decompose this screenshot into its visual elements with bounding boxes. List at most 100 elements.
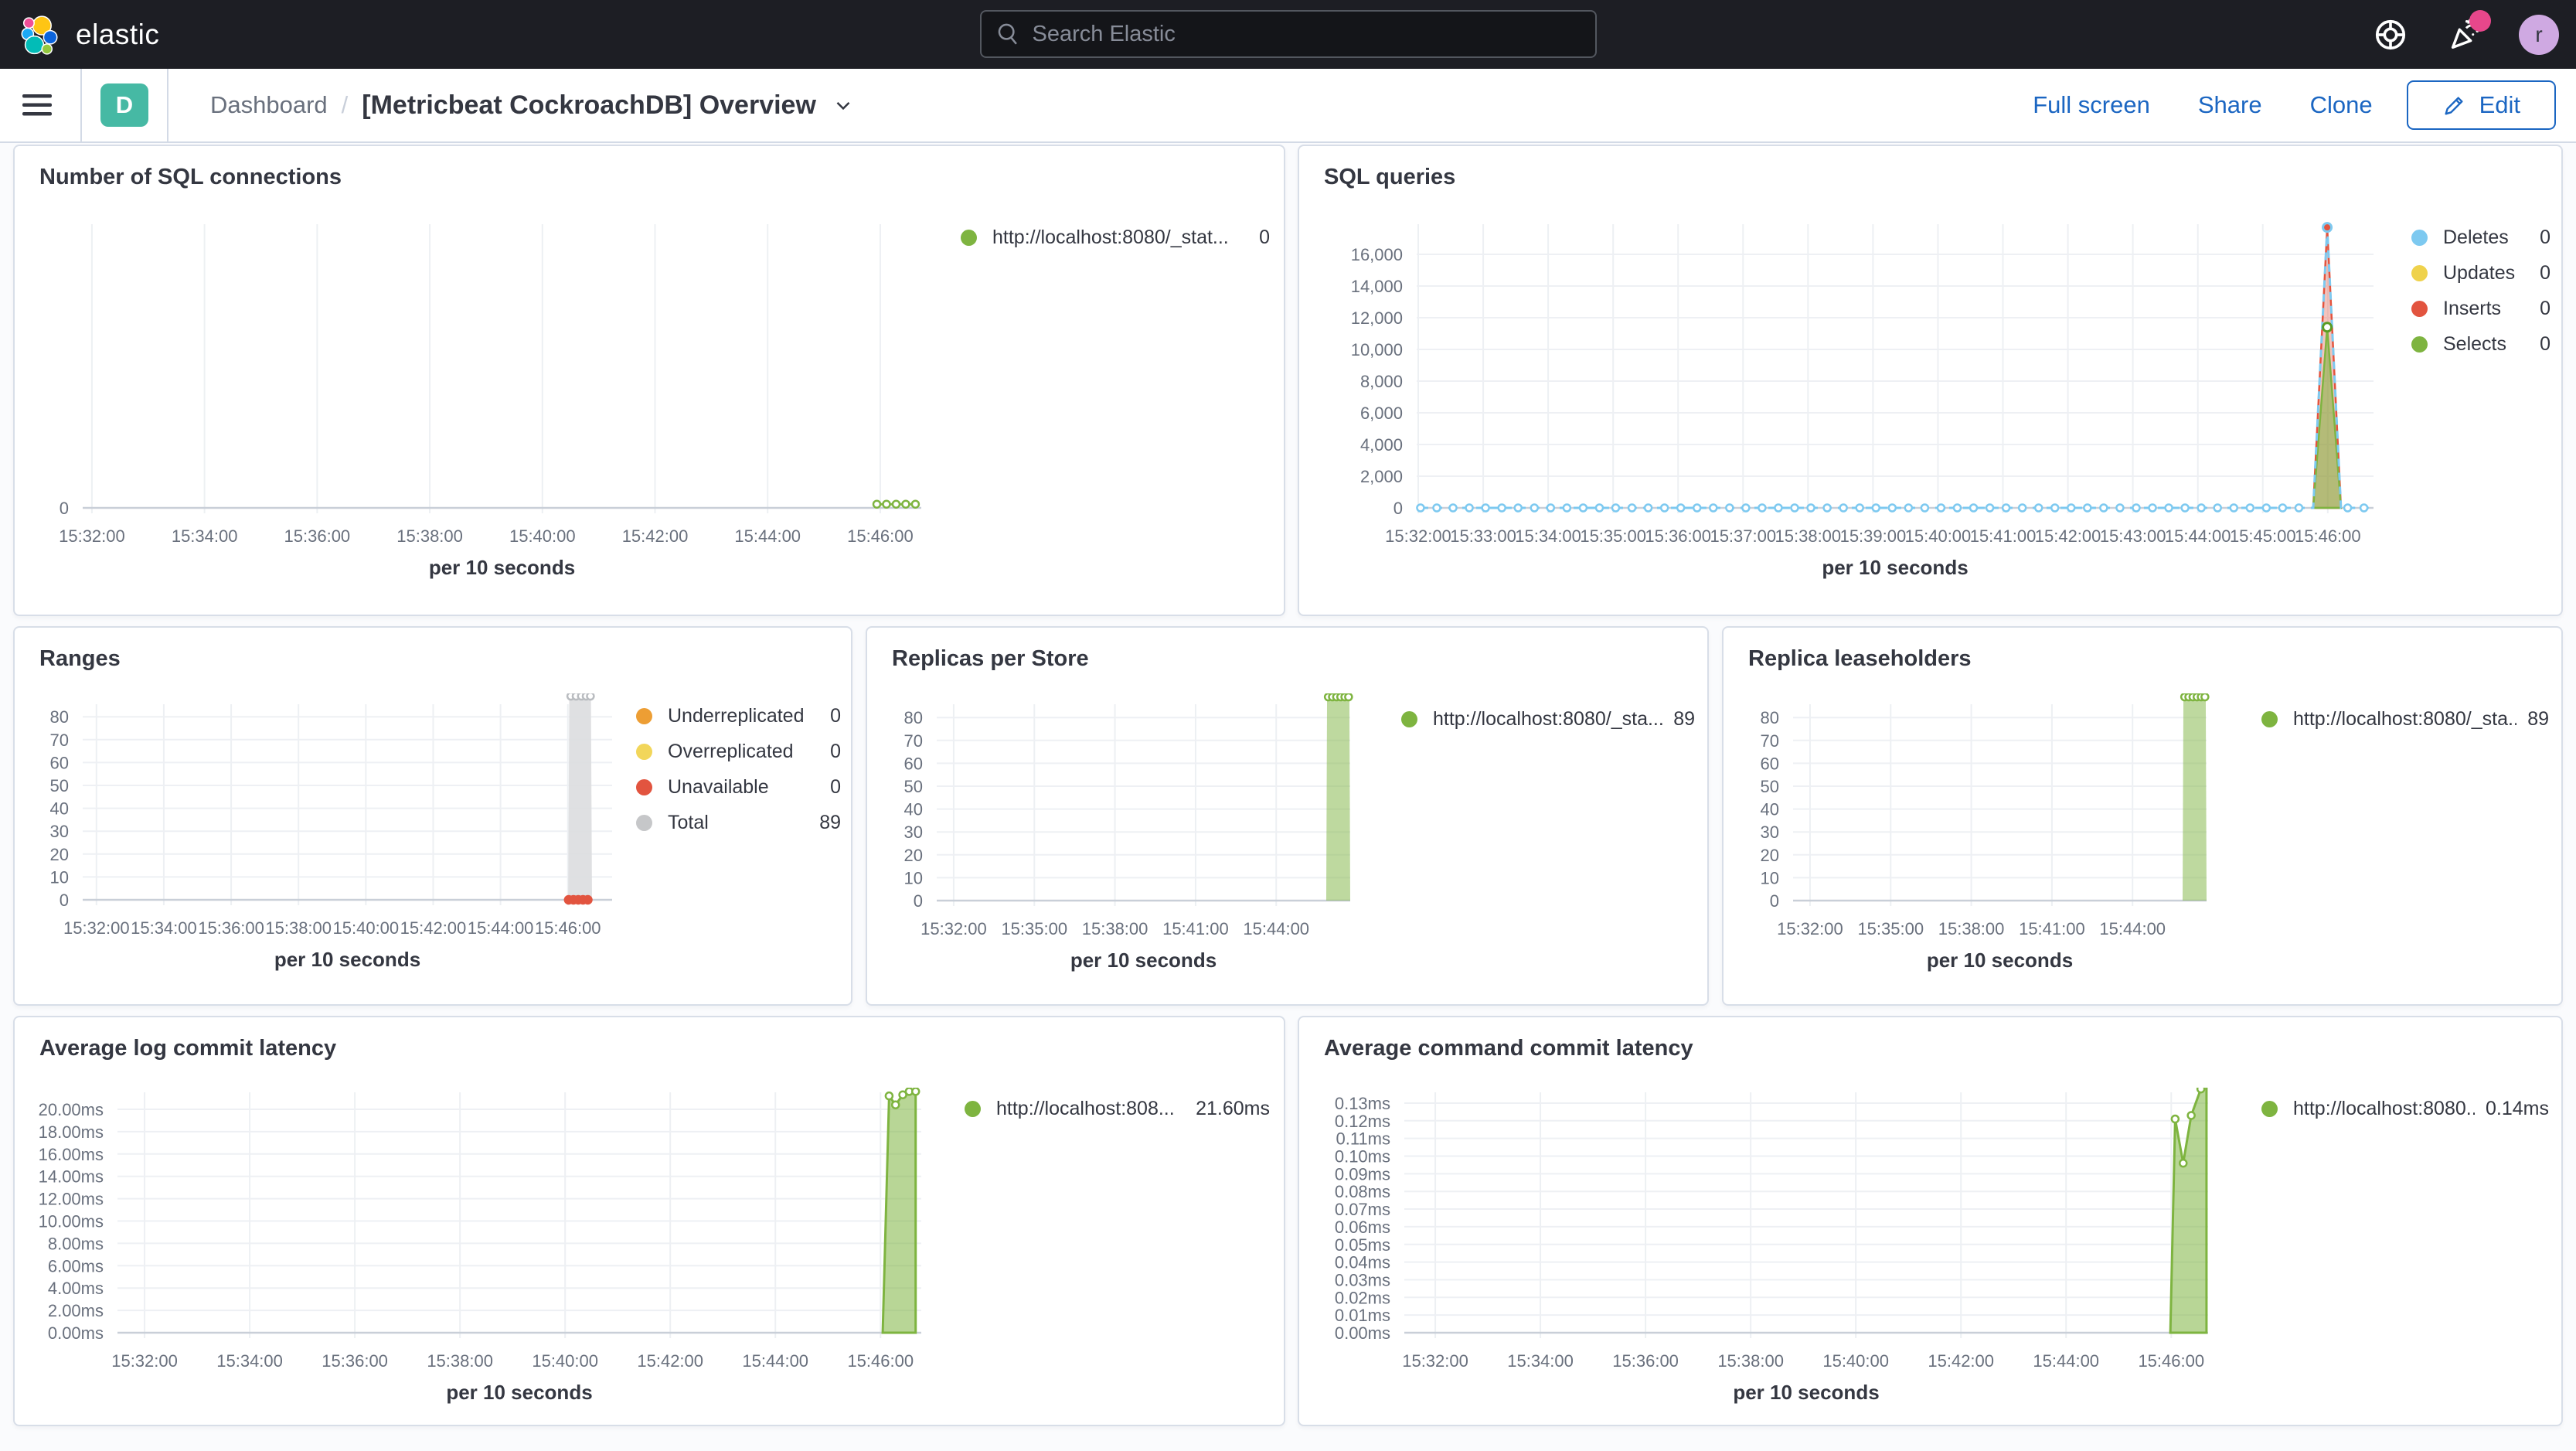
svg-text:15:39:00: 15:39:00 xyxy=(1840,526,1907,546)
svg-text:per 10 seconds: per 10 seconds xyxy=(1927,949,2073,972)
help-button[interactable] xyxy=(2370,15,2411,55)
svg-text:15:36:00: 15:36:00 xyxy=(322,1351,388,1371)
chevron-down-icon[interactable] xyxy=(832,94,855,117)
svg-text:6.00ms: 6.00ms xyxy=(48,1256,104,1276)
legend-dot xyxy=(636,744,652,760)
legend-item[interactable]: Overreplicated 0 xyxy=(636,741,841,763)
svg-text:0.05ms: 0.05ms xyxy=(1335,1235,1390,1255)
svg-text:15:40:00: 15:40:00 xyxy=(1905,526,1972,546)
chart-avg-command-commit-latency[interactable]: 15:32:00 15:34:00 15:36:00 15:38:00 15:40:00… xyxy=(1315,1083,2420,1412)
legend-dot xyxy=(2411,301,2428,317)
svg-text:20: 20 xyxy=(904,846,923,865)
breadcrumb-dashboard-link[interactable]: Dashboard xyxy=(210,91,328,119)
svg-text:15:32:00: 15:32:00 xyxy=(1402,1351,1468,1371)
chart-replica-leaseholders[interactable]: 15:32:00 15:35:00 15:38:00 15:41:00 15:44:00… xyxy=(1731,692,2241,983)
chart-ranges[interactable]: 15:32:00 15:34:00 15:36:00 15:38:00 15:40:00… xyxy=(15,691,656,983)
legend-value: 0.14ms xyxy=(2486,1098,2549,1119)
panel-title[interactable]: Replica leaseholders xyxy=(1748,646,1972,672)
nav-menu-button[interactable] xyxy=(12,80,62,130)
legend-item[interactable]: http://localhost:8080/_sta... 89 xyxy=(2261,708,2549,731)
panel-replicas-per-store: Replicas per Store 15:32:00 15:35:00 15:38… xyxy=(866,626,1709,1006)
pencil-icon xyxy=(2445,97,2463,115)
edit-button[interactable]: Edit xyxy=(2406,80,2556,130)
svg-text:10: 10 xyxy=(1761,868,1779,887)
legend-dot xyxy=(2261,1101,2278,1117)
legend-item[interactable]: Deletes 0 xyxy=(2411,227,2550,249)
chart-sql-queries[interactable]: 15:32:00 15:33:00 15:34:00 15:35:00 15:36:00… xyxy=(1315,212,2420,587)
legend-item[interactable]: http://localhost:8080/_stat... 0 xyxy=(961,227,1270,249)
svg-text:8,000: 8,000 xyxy=(1360,372,1403,391)
legend-label: Selects xyxy=(2443,333,2506,355)
legend-item[interactable]: http://localhost:808... 21.60ms xyxy=(965,1098,1270,1120)
whats-new-button[interactable] xyxy=(2445,9,2491,55)
kibana-dashboard: elastic Search Elastic r D Dashboard / [… xyxy=(0,0,2576,1451)
svg-text:15:34:00: 15:34:00 xyxy=(1507,1351,1574,1371)
svg-text:15:44:00: 15:44:00 xyxy=(2099,919,2166,938)
legend-item[interactable]: Updates 0 xyxy=(2411,262,2550,284)
clone-button[interactable]: Clone xyxy=(2310,91,2373,119)
svg-text:15:40:00: 15:40:00 xyxy=(509,526,576,546)
chart-avg-log-commit-latency[interactable]: 15:32:00 15:34:00 15:36:00 15:38:00 15:40:00… xyxy=(15,1087,981,1412)
svg-text:70: 70 xyxy=(904,731,923,751)
svg-text:0.12ms: 0.12ms xyxy=(1335,1112,1390,1131)
panel-title[interactable]: Average command commit latency xyxy=(1324,1036,1693,1061)
legend-dot xyxy=(2261,711,2278,727)
brand-wordmark: elastic xyxy=(76,18,160,50)
panel-title[interactable]: SQL queries xyxy=(1324,165,1455,190)
page-title[interactable]: [Metricbeat CockroachDB] Overview xyxy=(362,90,816,121)
elastic-brand[interactable]: elastic xyxy=(20,15,159,55)
header-right-icons: r xyxy=(2370,0,2559,69)
avatar-initial: r xyxy=(2535,22,2543,46)
svg-text:15:34:00: 15:34:00 xyxy=(1515,526,1581,546)
legend-item[interactable]: Underreplicated 0 xyxy=(636,705,841,727)
svg-text:15:32:00: 15:32:00 xyxy=(1385,526,1451,546)
legend-item[interactable]: http://localhost:8080... 0.14ms xyxy=(2261,1098,2549,1120)
svg-text:15:40:00: 15:40:00 xyxy=(532,1351,598,1371)
svg-text:15:46:00: 15:46:00 xyxy=(847,526,914,546)
panel-title[interactable]: Replicas per Store xyxy=(892,646,1089,672)
svg-text:10.00ms: 10.00ms xyxy=(39,1212,104,1231)
svg-text:0.00ms: 0.00ms xyxy=(1335,1323,1390,1343)
panel-title[interactable]: Ranges xyxy=(39,646,121,672)
legend-item[interactable]: Unavailable 0 xyxy=(636,776,841,799)
svg-text:15:38:00: 15:38:00 xyxy=(1938,919,2005,938)
svg-text:40: 40 xyxy=(904,800,923,819)
legend-dot xyxy=(636,708,652,724)
panel-sql-queries: SQL queries 15:32:00 15:33:00 15:34:00 15:3… xyxy=(1298,145,2563,616)
svg-text:70: 70 xyxy=(1761,731,1779,751)
svg-text:15:46:00: 15:46:00 xyxy=(535,918,601,938)
share-button[interactable]: Share xyxy=(2198,91,2262,119)
elastic-logo-icon xyxy=(21,15,58,55)
global-search[interactable] xyxy=(979,10,1597,58)
legend-item[interactable]: http://localhost:8080/_sta... 89 xyxy=(1401,708,1695,731)
panel-title[interactable]: Average log commit latency xyxy=(39,1036,336,1061)
chart-replicas-per-store[interactable]: 15:32:00 15:35:00 15:38:00 15:41:00 15:44:00… xyxy=(875,692,1385,983)
svg-text:15:42:00: 15:42:00 xyxy=(2035,526,2101,546)
toolbar-divider xyxy=(167,68,168,142)
legend-label: http://localhost:808... xyxy=(996,1098,1175,1119)
notification-badge xyxy=(2469,9,2491,32)
svg-text:6,000: 6,000 xyxy=(1360,404,1403,423)
full-screen-button[interactable]: Full screen xyxy=(2033,91,2150,119)
svg-text:15:41:00: 15:41:00 xyxy=(2019,919,2085,938)
top-header: elastic Search Elastic r xyxy=(0,0,2576,69)
svg-text:8.00ms: 8.00ms xyxy=(48,1234,104,1253)
search-input[interactable] xyxy=(1032,21,1581,47)
svg-text:15:34:00: 15:34:00 xyxy=(172,526,238,546)
svg-text:50: 50 xyxy=(1761,777,1779,796)
panel-replica-leaseholders: Replica leaseholders 15:32:00 15:35:00 15:… xyxy=(1722,626,2563,1006)
user-avatar[interactable]: r xyxy=(2519,14,2559,55)
svg-text:15:36:00: 15:36:00 xyxy=(284,526,351,546)
legend-label: Total xyxy=(668,812,709,833)
panel-title[interactable]: Number of SQL connections xyxy=(39,165,342,190)
chart-sql-connections[interactable]: 15:32:00 15:34:00 15:36:00 15:38:00 15:40:00… xyxy=(15,212,981,587)
svg-text:15:45:00: 15:45:00 xyxy=(2230,526,2296,546)
legend-item[interactable]: Inserts 0 xyxy=(2411,298,2550,320)
legend-item[interactable]: Total 89 xyxy=(636,812,841,834)
svg-text:80: 80 xyxy=(50,707,69,727)
chart-legend: http://localhost:808... 21.60ms xyxy=(965,1098,1270,1133)
svg-text:4.00ms: 4.00ms xyxy=(48,1279,104,1298)
svg-text:15:32:00: 15:32:00 xyxy=(59,526,125,546)
legend-item[interactable]: Selects 0 xyxy=(2411,333,2550,356)
svg-text:2.00ms: 2.00ms xyxy=(48,1301,104,1320)
